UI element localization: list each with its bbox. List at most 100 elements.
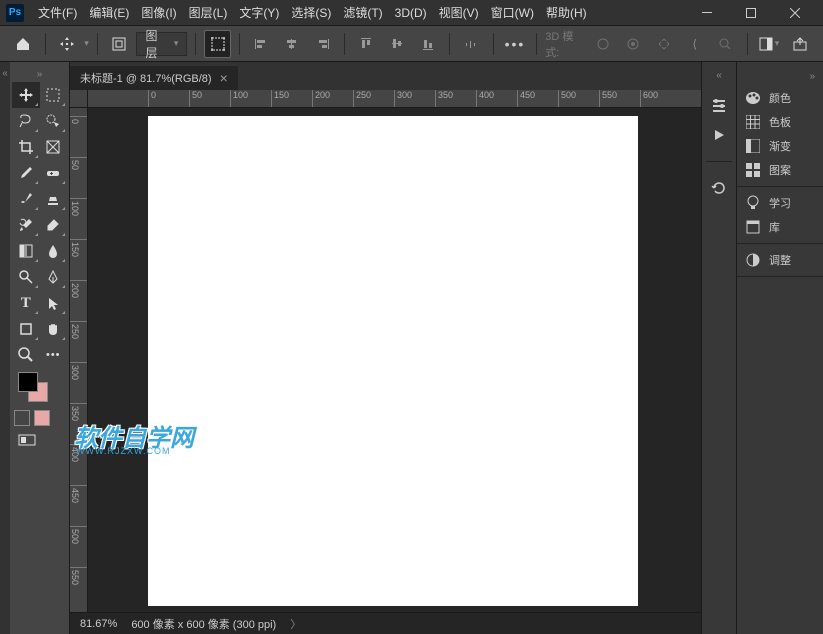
title-bar: Ps 文件(F)编辑(E)图像(I)图层(L)文字(Y)选择(S)滤镜(T)3D…	[0, 0, 823, 26]
bulb-icon	[745, 195, 761, 211]
status-bar: 81.67% 600 像素 x 600 像素 (300 ppi) 〉	[70, 612, 701, 634]
right-strip-collapse[interactable]: «	[712, 68, 726, 83]
align-center-v-icon[interactable]	[384, 30, 411, 58]
screen-mode-button[interactable]	[16, 432, 38, 448]
menu-文件[interactable]: 文件(F)	[32, 0, 83, 26]
distribute-icon[interactable]	[458, 30, 485, 58]
3d-pan-icon[interactable]	[651, 30, 678, 58]
panel-颜色[interactable]: 颜色	[737, 86, 823, 110]
document-tab[interactable]: 未标题-1 @ 81.7%(RGB/8) ×	[70, 66, 238, 90]
canvas[interactable]	[148, 116, 638, 606]
palette-icon	[745, 90, 761, 106]
align-top-icon[interactable]	[353, 30, 380, 58]
3d-slide-icon[interactable]: ⟨	[681, 30, 708, 58]
home-button[interactable]	[10, 30, 37, 58]
panel-图案[interactable]: 图案	[737, 158, 823, 182]
healing-tool[interactable]	[40, 160, 68, 186]
marquee-tool[interactable]	[40, 82, 68, 108]
share-icon[interactable]	[786, 30, 813, 58]
quick-select-tool[interactable]	[40, 108, 68, 134]
play-icon[interactable]	[706, 123, 732, 147]
pattern-icon	[745, 162, 761, 178]
zoom-level[interactable]: 81.67%	[80, 618, 117, 630]
shape-tool[interactable]	[12, 316, 40, 342]
eyedropper-tool[interactable]	[12, 160, 40, 186]
move-tool[interactable]	[12, 82, 40, 108]
crop-tool[interactable]	[12, 134, 40, 160]
brush-tool[interactable]	[12, 186, 40, 212]
history-icon[interactable]	[706, 176, 732, 200]
toolbox: »	[10, 62, 70, 634]
hand-tool[interactable]	[40, 316, 68, 342]
left-collapse-strip[interactable]: «	[0, 62, 10, 634]
app-logo-icon: Ps	[6, 4, 24, 22]
horizontal-ruler[interactable]: 050100150200250300350400450500550600	[88, 90, 701, 108]
gradient-icon	[745, 138, 761, 154]
menu-图层[interactable]: 图层(L)	[183, 0, 234, 26]
grid-icon	[745, 114, 761, 130]
path-select-tool[interactable]	[40, 290, 68, 316]
ruler-origin[interactable]	[70, 90, 88, 108]
zoom-tool[interactable]	[12, 342, 40, 368]
close-button[interactable]	[773, 0, 817, 26]
align-center-h-icon[interactable]	[279, 30, 306, 58]
frame-tool[interactable]	[40, 134, 68, 160]
toolbox-collapse[interactable]: »	[33, 67, 47, 82]
adjust-icon	[745, 252, 761, 268]
right-dock-strip: «	[701, 62, 737, 634]
clone-stamp-tool[interactable]	[40, 186, 68, 212]
layer-dropdown[interactable]: 图层▾	[136, 32, 187, 56]
quick-mask-alt-button[interactable]	[34, 410, 50, 426]
canvas-viewport[interactable]	[88, 108, 701, 612]
menu-视图[interactable]: 视图(V)	[433, 0, 485, 26]
color-picker[interactable]	[12, 368, 67, 408]
doc-info[interactable]: 600 像素 x 600 像素 (300 ppi)	[131, 616, 276, 632]
menu-3D[interactable]: 3D(D)	[389, 0, 433, 26]
align-bottom-icon[interactable]	[414, 30, 441, 58]
menu-图像[interactable]: 图像(I)	[135, 0, 182, 26]
tab-close-button[interactable]: ×	[220, 70, 228, 86]
type-tool[interactable]: T	[12, 290, 40, 316]
lasso-tool[interactable]	[12, 108, 40, 134]
auto-select-icon[interactable]	[106, 30, 133, 58]
eraser-tool[interactable]	[40, 212, 68, 238]
3d-mode-label: 3D 模式:	[545, 28, 585, 60]
quick-mask-button[interactable]	[14, 410, 30, 426]
menu-文字[interactable]: 文字(Y)	[233, 0, 285, 26]
edit-toolbar[interactable]: •••	[40, 342, 68, 368]
panel-调整[interactable]: 调整	[737, 248, 823, 272]
pen-tool[interactable]	[40, 264, 68, 290]
3d-orbit-icon[interactable]	[589, 30, 616, 58]
maximize-button[interactable]	[729, 0, 773, 26]
align-left-icon[interactable]	[248, 30, 275, 58]
options-bar: ▾ 图层▾ ••• 3D 模式: ⟨ ▾	[0, 26, 823, 62]
library-icon	[745, 219, 761, 235]
menu-编辑[interactable]: 编辑(E)	[83, 0, 135, 26]
panel-渐变[interactable]: 渐变	[737, 134, 823, 158]
menu-帮助[interactable]: 帮助(H)	[540, 0, 593, 26]
panel-色板[interactable]: 色板	[737, 110, 823, 134]
status-menu-button[interactable]: 〉	[290, 616, 301, 632]
3d-scale-icon[interactable]	[712, 30, 739, 58]
dodge-tool[interactable]	[12, 264, 40, 290]
document-tab-bar: 未标题-1 @ 81.7%(RGB/8) ×	[70, 62, 701, 90]
minimize-button[interactable]	[685, 0, 729, 26]
3d-roll-icon[interactable]	[620, 30, 647, 58]
align-right-icon[interactable]	[309, 30, 336, 58]
vertical-ruler[interactable]: 050100150200250300350400450500550	[70, 108, 88, 612]
panel-学习[interactable]: 学习	[737, 191, 823, 215]
menu-滤镜[interactable]: 滤镜(T)	[337, 0, 388, 26]
blur-tool[interactable]	[40, 238, 68, 264]
panel-dock: » 颜色色板渐变图案 学习库 调整	[737, 62, 823, 634]
move-icon[interactable]	[54, 30, 81, 58]
menu-选择[interactable]: 选择(S)	[285, 0, 337, 26]
foreground-color[interactable]	[18, 372, 38, 392]
gradient-tool[interactable]	[12, 238, 40, 264]
transform-controls-icon[interactable]	[204, 30, 231, 58]
more-options-icon[interactable]: •••	[502, 30, 529, 58]
history-brush-tool[interactable]	[12, 212, 40, 238]
panel-库[interactable]: 库	[737, 215, 823, 239]
menu-窗口[interactable]: 窗口(W)	[485, 0, 540, 26]
properties-icon[interactable]	[706, 93, 732, 117]
workspace-icon[interactable]: ▾	[756, 30, 783, 58]
